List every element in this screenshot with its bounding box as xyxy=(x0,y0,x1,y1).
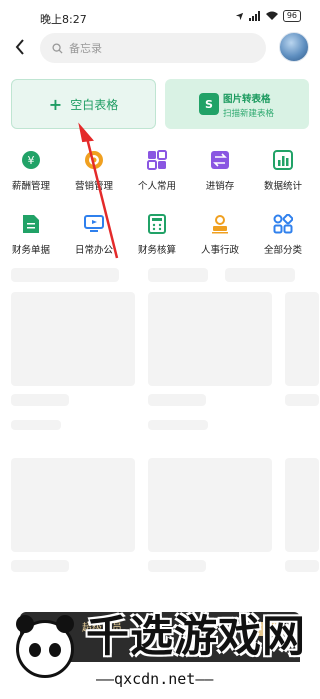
skeleton-title xyxy=(11,268,119,282)
blank-table-label: 空白表格 xyxy=(70,97,119,112)
back-button[interactable] xyxy=(10,36,30,58)
calculator-icon xyxy=(145,212,169,236)
target-icon xyxy=(82,148,106,172)
document-icon xyxy=(19,212,43,236)
watermark-title: 千选游戏网 xyxy=(86,612,306,662)
search-icon xyxy=(52,42,63,54)
skeleton-caption xyxy=(11,420,61,430)
back-arrow-icon xyxy=(15,39,24,55)
status-bar: 晚上8:27 96 xyxy=(0,0,319,34)
status-time: 晚上8:27 xyxy=(40,13,87,26)
panda-logo-icon xyxy=(16,615,74,678)
photo-to-table-button[interactable]: S 图片转表格 扫描新建表格 xyxy=(165,79,309,129)
header: 备忘录 xyxy=(0,30,319,66)
skeleton-caption xyxy=(11,394,69,406)
watermark: 千选游戏网 ——qxcdn.net—— xyxy=(0,598,319,699)
skeleton-card xyxy=(11,458,135,552)
skeleton-card xyxy=(148,458,272,552)
photo-table-icon: S xyxy=(199,93,219,115)
person-stamp-icon xyxy=(208,212,232,236)
skeleton-caption xyxy=(148,420,208,430)
category-statistics[interactable]: 数据统计 xyxy=(252,148,314,192)
photo-table-title: 图片转表格 xyxy=(223,94,271,105)
skeleton-caption xyxy=(148,394,206,406)
category-personal[interactable]: 个人常用 xyxy=(126,148,188,192)
search-input[interactable]: 备忘录 xyxy=(40,33,266,63)
skeleton-card xyxy=(148,292,272,386)
skeleton-title xyxy=(225,268,295,282)
category-accounting[interactable]: 财务核算 xyxy=(126,212,188,256)
skeleton-card xyxy=(285,458,319,552)
skeleton-caption xyxy=(285,394,319,406)
battery-indicator: 96 xyxy=(282,10,301,22)
signal-icon xyxy=(248,11,260,21)
category-office[interactable]: 日常办公 xyxy=(63,212,125,256)
skeleton-caption xyxy=(148,560,206,572)
skeleton-title xyxy=(148,268,208,282)
bar-chart-icon xyxy=(271,148,295,172)
status-icons: 96 xyxy=(235,10,301,22)
category-inventory[interactable]: 进销存 xyxy=(189,148,251,192)
skeleton-card xyxy=(11,292,135,386)
monitor-icon xyxy=(82,212,106,236)
search-placeholder: 备忘录 xyxy=(69,42,102,55)
all-categories-icon xyxy=(271,212,295,236)
skeleton-caption xyxy=(11,560,69,572)
category-all[interactable]: 全部分类 xyxy=(252,212,314,256)
avatar[interactable] xyxy=(279,32,309,62)
blank-table-button[interactable]: + 空白表格 xyxy=(11,79,156,129)
svg-text:¥: ¥ xyxy=(28,154,35,167)
transfer-icon xyxy=(208,148,232,172)
location-icon xyxy=(235,12,243,20)
watermark-url: ——qxcdn.net—— xyxy=(96,670,214,688)
photo-table-subtitle: 扫描新建表格 xyxy=(223,109,275,119)
skeleton-caption xyxy=(285,560,319,572)
skeleton-card xyxy=(285,292,319,386)
category-hr[interactable]: 人事行政 xyxy=(189,212,251,256)
plus-icon: + xyxy=(48,94,63,114)
category-salary[interactable]: ¥ 薪酬管理 xyxy=(0,148,62,192)
apps-grid-icon xyxy=(145,148,169,172)
wifi-icon xyxy=(265,11,278,20)
category-marketing[interactable]: 营销管理 xyxy=(63,148,125,192)
category-finance-docs[interactable]: 财务单据 xyxy=(0,212,62,256)
yen-coin-icon: ¥ xyxy=(19,148,43,172)
